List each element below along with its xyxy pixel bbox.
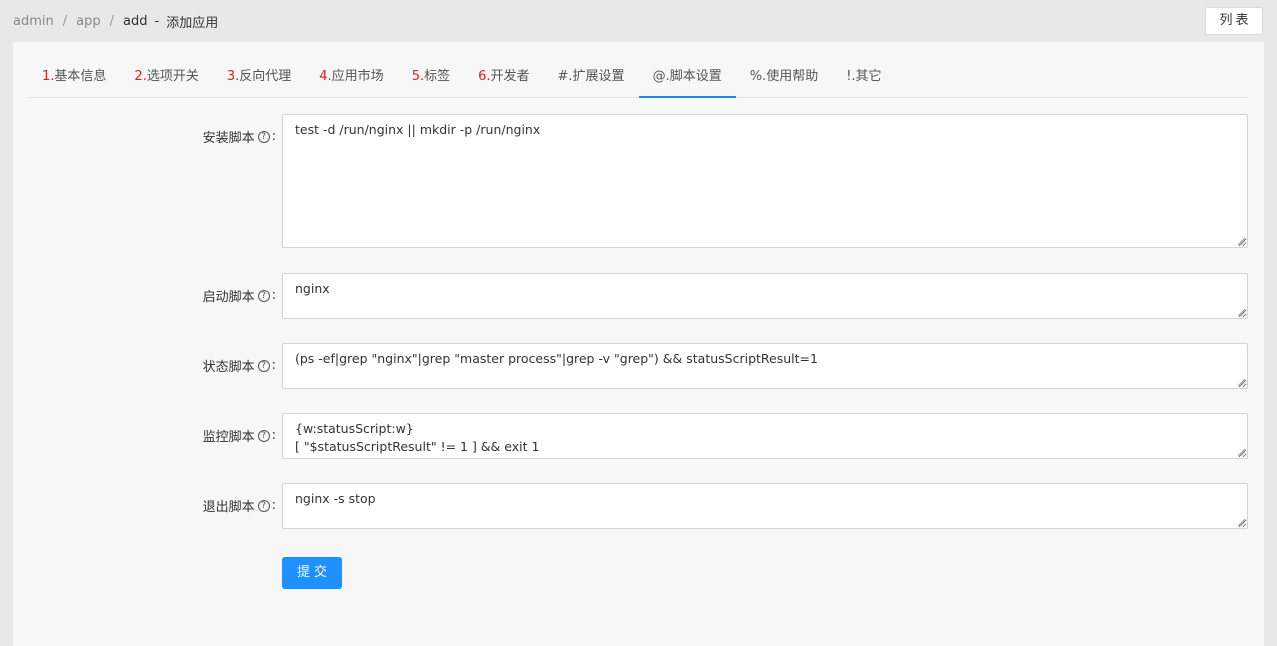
start-script-label: 启动脚本 ? : [202, 288, 276, 305]
tab-extensions[interactable]: #.扩展设置 [544, 58, 639, 98]
tab-basic-info[interactable]: 1.基本信息 [28, 58, 120, 98]
resize-grip-icon[interactable] [1237, 518, 1245, 526]
status-script-textarea[interactable]: (ps -ef|grep "nginx"|grep "master proces… [282, 343, 1248, 389]
submit-button[interactable]: 提交 [282, 557, 342, 589]
resize-grip-icon[interactable] [1237, 378, 1245, 386]
exit-script-textarea[interactable]: nginx -s stop [282, 483, 1248, 529]
help-icon[interactable]: ? [257, 359, 270, 372]
monitor-script-label: 监控脚本 ? : [202, 428, 276, 445]
resize-grip-icon[interactable] [1237, 237, 1245, 245]
install-script-label: 安装脚本 ? : [202, 129, 276, 146]
help-icon[interactable]: ? [257, 429, 270, 442]
exit-script-label: 退出脚本 ? : [202, 498, 276, 515]
status-script-label: 状态脚本 ? : [202, 358, 276, 375]
breadcrumb: admin / app / add - 添加应用 [13, 12, 218, 31]
tab-tags[interactable]: 5.标签 [398, 58, 464, 98]
tab-reverse-proxy[interactable]: 3.反向代理 [213, 58, 305, 98]
tab-app-market[interactable]: 4.应用市场 [305, 58, 397, 98]
breadcrumb-app[interactable]: app [76, 14, 100, 29]
resize-grip-icon[interactable] [1237, 308, 1245, 316]
help-icon[interactable]: ? [257, 130, 270, 143]
tab-developer[interactable]: 6.开发者 [464, 58, 543, 98]
list-button[interactable]: 列表 [1205, 7, 1263, 35]
tab-other[interactable]: !.其它 [832, 58, 895, 98]
breadcrumb-add: add [123, 14, 148, 29]
tab-scripts[interactable]: @.脚本设置 [638, 58, 736, 98]
resize-grip-icon[interactable] [1237, 448, 1245, 456]
top-bar: admin / app / add - 添加应用 列表 [0, 0, 1277, 42]
breadcrumb-separator: / [62, 14, 68, 29]
help-icon[interactable]: ? [257, 499, 270, 512]
breadcrumb-admin[interactable]: admin [13, 14, 54, 29]
help-icon[interactable]: ? [257, 289, 270, 302]
page-title: 添加应用 [166, 16, 219, 31]
tab-options[interactable]: 2.选项开关 [120, 58, 212, 98]
form-panel: 1.基本信息 2.选项开关 3.反向代理 4.应用市场 5.标签 6.开发者 #… [13, 42, 1264, 646]
start-script-textarea[interactable]: nginx [282, 273, 1248, 319]
tab-usage-help[interactable]: %.使用帮助 [736, 58, 833, 98]
breadcrumb-separator: / [109, 14, 114, 29]
monitor-script-textarea[interactable]: {w:statusScript:w} [ "$statusScriptResul… [282, 413, 1248, 459]
install-script-textarea[interactable]: test -d /run/nginx || mkdir -p /run/ngin… [282, 114, 1248, 248]
tab-bar: 1.基本信息 2.选项开关 3.反向代理 4.应用市场 5.标签 6.开发者 #… [28, 58, 1247, 98]
breadcrumb-dash: - [154, 14, 160, 29]
